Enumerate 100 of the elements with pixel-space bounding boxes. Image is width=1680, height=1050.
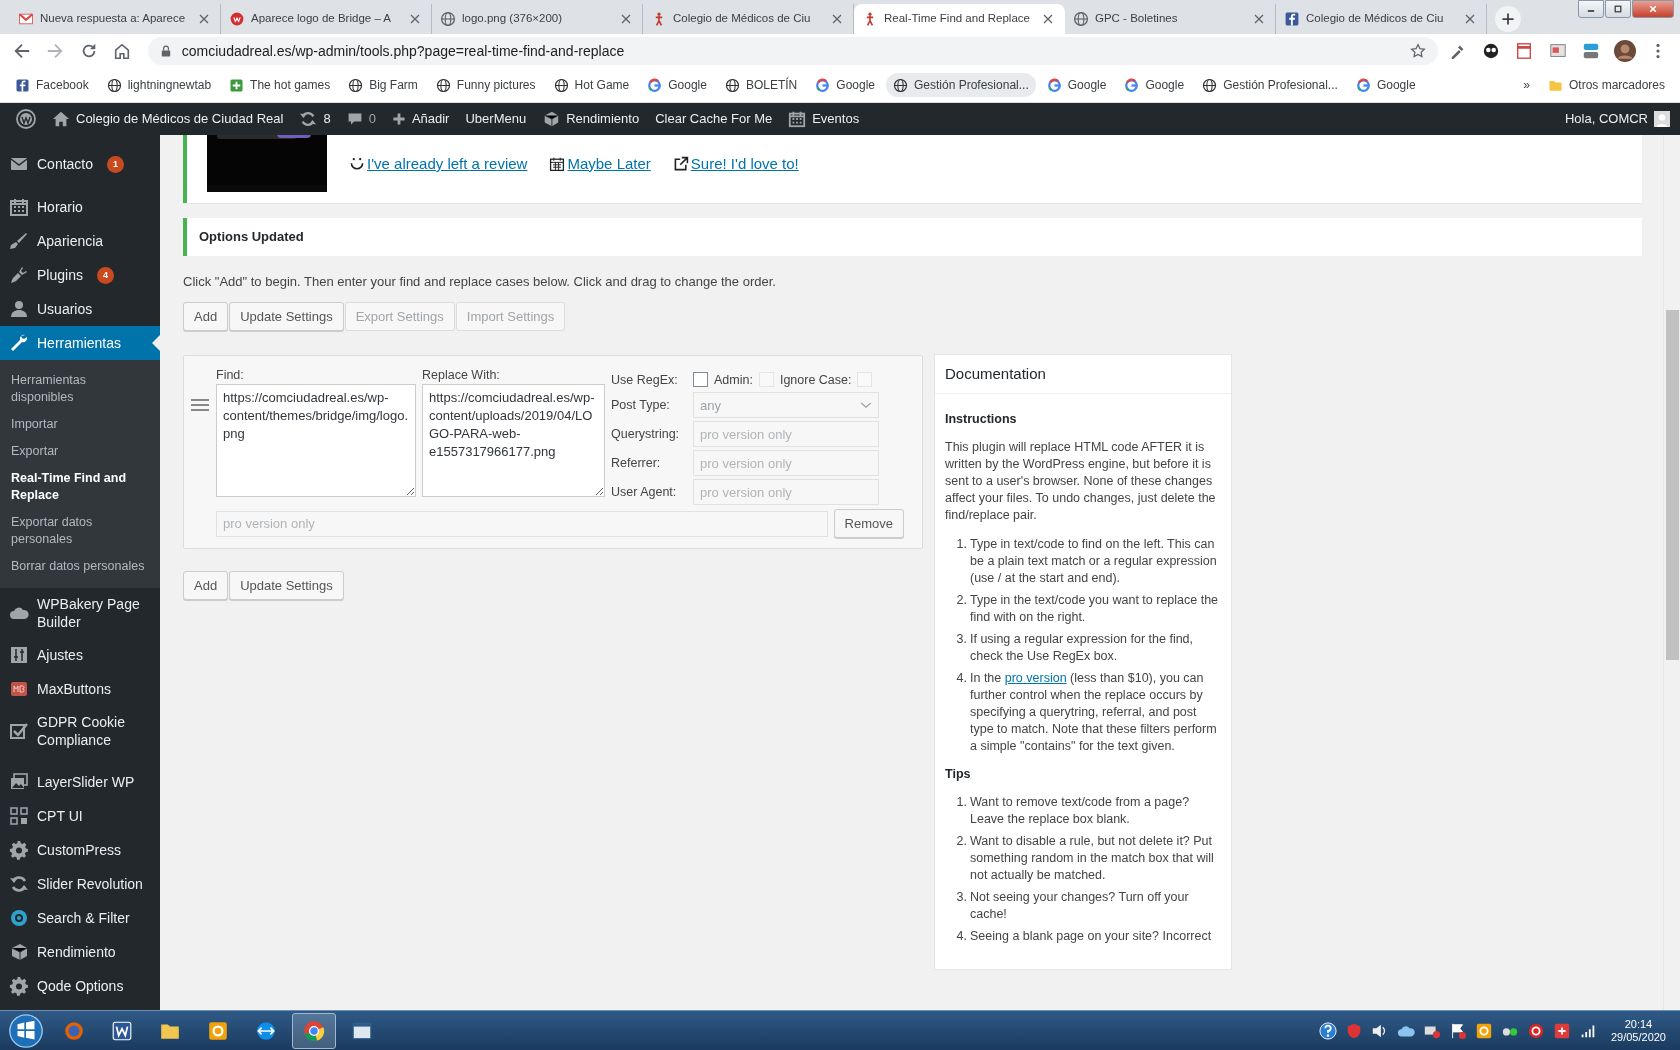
menu-label: Rendimiento [37, 943, 116, 961]
bookmark[interactable]: Google [1117, 73, 1192, 97]
circle-icon [229, 11, 245, 27]
user-icon [9, 299, 29, 319]
square-icon[interactable] [1552, 1021, 1571, 1040]
globe-icon [435, 77, 451, 93]
bookmark[interactable]: The hot games [222, 73, 338, 97]
review-link[interactable]: Maybe Later [549, 152, 651, 176]
sidebar-item[interactable]: GDPR Cookie Compliance [0, 706, 160, 756]
images-icon [9, 772, 29, 792]
list-number: 3. [955, 631, 967, 648]
settings-button[interactable]: Add [183, 571, 229, 601]
gear-icon [9, 976, 29, 996]
close-icon [1648, 5, 1658, 13]
clock-time[interactable]: 20:14 [1610, 1017, 1666, 1031]
taskbar-app[interactable] [292, 1012, 336, 1049]
other-bookmarks[interactable]: Otros marcadores [1540, 73, 1672, 97]
bookmark[interactable]: BOLETÍN [717, 73, 805, 97]
admin-bar-item[interactable]: Rendimiento [534, 103, 648, 135]
sidebar-item[interactable]: CustomPress [0, 833, 160, 867]
close-icon [621, 14, 631, 24]
submenu-item[interactable]: Exportar datos personales [0, 509, 160, 553]
admin-bar-item[interactable]: Eventos [780, 103, 868, 135]
bookmark[interactable]: Big Farm [341, 73, 425, 97]
back-icon [12, 42, 31, 60]
text-link[interactable]: pro version [1004, 671, 1067, 685]
arrows-icon [255, 1019, 277, 1042]
text-area[interactable]: https://comciudadreal.es/wp-content/uploads/2019/04/LOGO-PARA-web-e1557317966177.png [422, 383, 605, 497]
submenu-item[interactable]: Herramientas disponibles [0, 367, 160, 411]
external-link-icon [672, 156, 689, 172]
close-window-button[interactable] [1632, 0, 1674, 18]
comment-icon [346, 111, 363, 127]
scrollbar-thumb[interactable] [1666, 310, 1679, 660]
admin-bar-item[interactable]: UberMenu [457, 103, 535, 135]
close-icon [410, 14, 420, 24]
bookmark[interactable]: Google [808, 73, 882, 97]
sidebar-item[interactable]: Apariencia [0, 224, 160, 258]
menu-label: CustomPress [37, 841, 122, 859]
sidebar-item[interactable]: Usuarios [0, 292, 160, 326]
sidebar-item[interactable]: Search & Filter [0, 901, 160, 935]
browser-tab[interactable]: Real-Time Find and Replace [854, 4, 1065, 34]
more-bookmarks-button[interactable]: » [1516, 73, 1537, 97]
bookmark[interactable]: Gestión Profesional... [886, 73, 1036, 97]
text-area[interactable]: https://comciudadreal.es/wp-content/themes/bridge/img/logo.png [216, 383, 416, 497]
account-menu[interactable]: Hola, COMCR [1556, 103, 1680, 135]
maximize-button[interactable] [1605, 0, 1631, 18]
sidebar-item[interactable]: Plugins 4 [0, 258, 160, 292]
settings-button[interactable]: Add [183, 301, 229, 331]
sidebar-item[interactable]: Herramientas [0, 326, 160, 360]
bookmark[interactable]: Hot Game [546, 73, 637, 97]
profile-button[interactable] [1611, 37, 1639, 65]
site-menu[interactable]: Colegio de Médicos de Ciudad Real [44, 103, 292, 135]
bookmark[interactable]: Google [1348, 73, 1423, 97]
admin-bar-item[interactable]: Clear Cache For Me [647, 103, 781, 135]
list-item: Type in the text/code you want to replace the find with on the right. [970, 592, 1220, 626]
checkbox[interactable] [693, 372, 708, 388]
field-label: Post Type: [611, 396, 671, 414]
new-tab-button[interactable] [1495, 6, 1521, 32]
sidebar-item[interactable]: CPT UI [0, 799, 160, 833]
review-link[interactable]: I've already left a review [349, 152, 528, 176]
comments-menu[interactable]: 0 [338, 103, 384, 135]
lock-icon [159, 44, 172, 58]
globe-icon [1073, 11, 1089, 27]
updates-menu[interactable]: 8 [291, 103, 339, 135]
settings-button[interactable]: Update Settings [229, 571, 344, 601]
menu-label: Contacto [37, 155, 94, 173]
submenu-item[interactable]: Real-Time Find and Replace [0, 465, 160, 509]
bookmark[interactable]: Funny pictures [428, 73, 543, 97]
sidebar-item[interactable]: Qode Options [0, 969, 160, 1003]
submenu-item[interactable]: Exportar [0, 438, 160, 465]
bookmark[interactable]: Facebook [8, 73, 96, 97]
minimize-button[interactable] [1578, 0, 1604, 18]
submenu-item[interactable]: Borrar datos personales [0, 553, 160, 580]
remove-button[interactable]: Remove [833, 509, 904, 539]
bookmark[interactable]: lightningnewtab [99, 73, 219, 97]
sidebar-item[interactable]: Rendimiento [0, 935, 160, 969]
settings-button[interactable]: Update Settings [229, 301, 344, 331]
sidebar-item[interactable]: Slider Revolution [0, 867, 160, 901]
review-link[interactable]: Sure! I'd love to! [672, 152, 799, 176]
sidebar-item[interactable]: MaxButtons [0, 672, 160, 706]
address-bar[interactable]: comciudadreal.es/wp-admin/tools.php?page=real-time-find-and-replace [147, 37, 1438, 65]
new-content-menu[interactable]: Añadir [383, 103, 458, 135]
sidebar-item[interactable]: WPBakery Page Builder [0, 588, 160, 638]
field-label: Find: [216, 366, 245, 384]
list-number: 3. [955, 889, 967, 906]
list-number: 4. [955, 928, 967, 945]
sidebar-item[interactable]: Contacto 1 [0, 147, 160, 181]
bookmark[interactable]: Google [1039, 73, 1114, 97]
bookmark[interactable]: Gestión Profesional... [1195, 73, 1345, 97]
sidebar-item[interactable]: Horario [0, 190, 160, 224]
star-icon[interactable] [1409, 43, 1426, 59]
g-circle-icon [1124, 77, 1140, 93]
drag-handle-icon[interactable] [190, 397, 210, 412]
bookmark[interactable]: Google [640, 73, 714, 97]
sidebar-item[interactable]: LayerSlider WP [0, 765, 160, 799]
sidebar-item[interactable]: Ajustes [0, 638, 160, 672]
globe-icon [63, 1019, 85, 1042]
help-icon[interactable] [1318, 1021, 1337, 1040]
submenu-item[interactable]: Importar [0, 411, 160, 438]
clock-date[interactable]: 29/05/2020 [1610, 1030, 1666, 1044]
